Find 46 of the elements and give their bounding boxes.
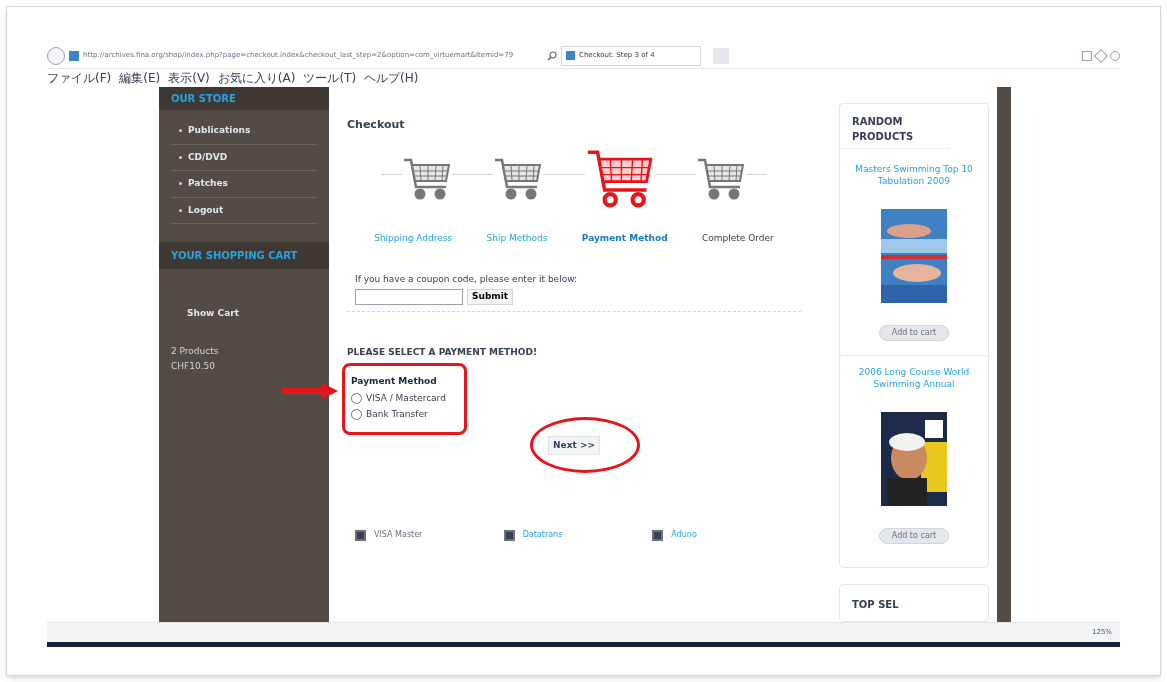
add-to-cart-button[interactable]: Add to cart [878, 528, 950, 544]
add-to-cart-button[interactable]: Add to cart [878, 325, 950, 341]
sidebar-item[interactable]: Patches [188, 177, 228, 191]
radio-button[interactable] [351, 392, 362, 404]
sidebar-item[interactable]: CD/DVD [188, 150, 228, 164]
payment-label: VISA Master [374, 529, 423, 541]
show-cart-link[interactable]: Show Cart [159, 307, 329, 321]
bullet-icon [179, 182, 182, 186]
menu-item[interactable]: お気に入り(A) [217, 71, 296, 85]
bullet-icon [179, 208, 182, 212]
step-link[interactable]: Payment Method [581, 231, 668, 245]
menu-item[interactable]: 表示(V) [168, 71, 210, 85]
cart-total: CHF10.50 [170, 360, 216, 373]
card-title: TOP SEL [852, 598, 899, 610]
page-title: Checkout [347, 117, 406, 133]
card-title: RANDOM PRODUCTS [840, 104, 950, 149]
coupon-prompt: If you have a coupon code, please enter it below: [354, 273, 579, 286]
next-button[interactable]: Next >> [548, 435, 600, 455]
radio-button[interactable] [351, 409, 362, 421]
payment-logo-icon [503, 529, 515, 541]
cart-count: 2 Products [170, 344, 220, 358]
annotation-arrow [282, 383, 338, 399]
sidebar-item[interactable]: Publications [188, 124, 251, 138]
sidebar-header: YOUR SHOPPING CART [159, 242, 329, 269]
payment-logo-icon [355, 529, 366, 541]
search-icon[interactable] [547, 50, 557, 61]
menu-item[interactable]: ツール(T) [303, 71, 357, 85]
back-button[interactable] [47, 46, 65, 65]
field-label: Payment Method [350, 375, 438, 388]
home-icon[interactable] [1082, 50, 1092, 61]
site-icon [566, 51, 575, 60]
section-heading: PLEASE SELECT A PAYMENT METHOD! [347, 345, 538, 359]
menu-item[interactable]: ヘルプ(H) [364, 71, 419, 85]
bullet-icon [179, 129, 182, 133]
bullet-icon [179, 155, 182, 159]
payment-logo-icon [652, 529, 664, 541]
submit-button[interactable]: Submit [467, 288, 514, 305]
sidebar-item[interactable]: Logout [188, 203, 224, 217]
radio-label: Bank Transfer [366, 408, 428, 421]
step-label: Complete Order [701, 231, 774, 245]
coupon-field[interactable] [355, 288, 463, 305]
radio-label: VISA / Mastercard [366, 391, 446, 405]
sidebar-header: OUR STORE [159, 87, 329, 110]
site-icon [69, 50, 79, 61]
menu-item[interactable]: 編集(E) [119, 71, 161, 85]
menu-item[interactable]: ファイル(F) [47, 71, 112, 85]
